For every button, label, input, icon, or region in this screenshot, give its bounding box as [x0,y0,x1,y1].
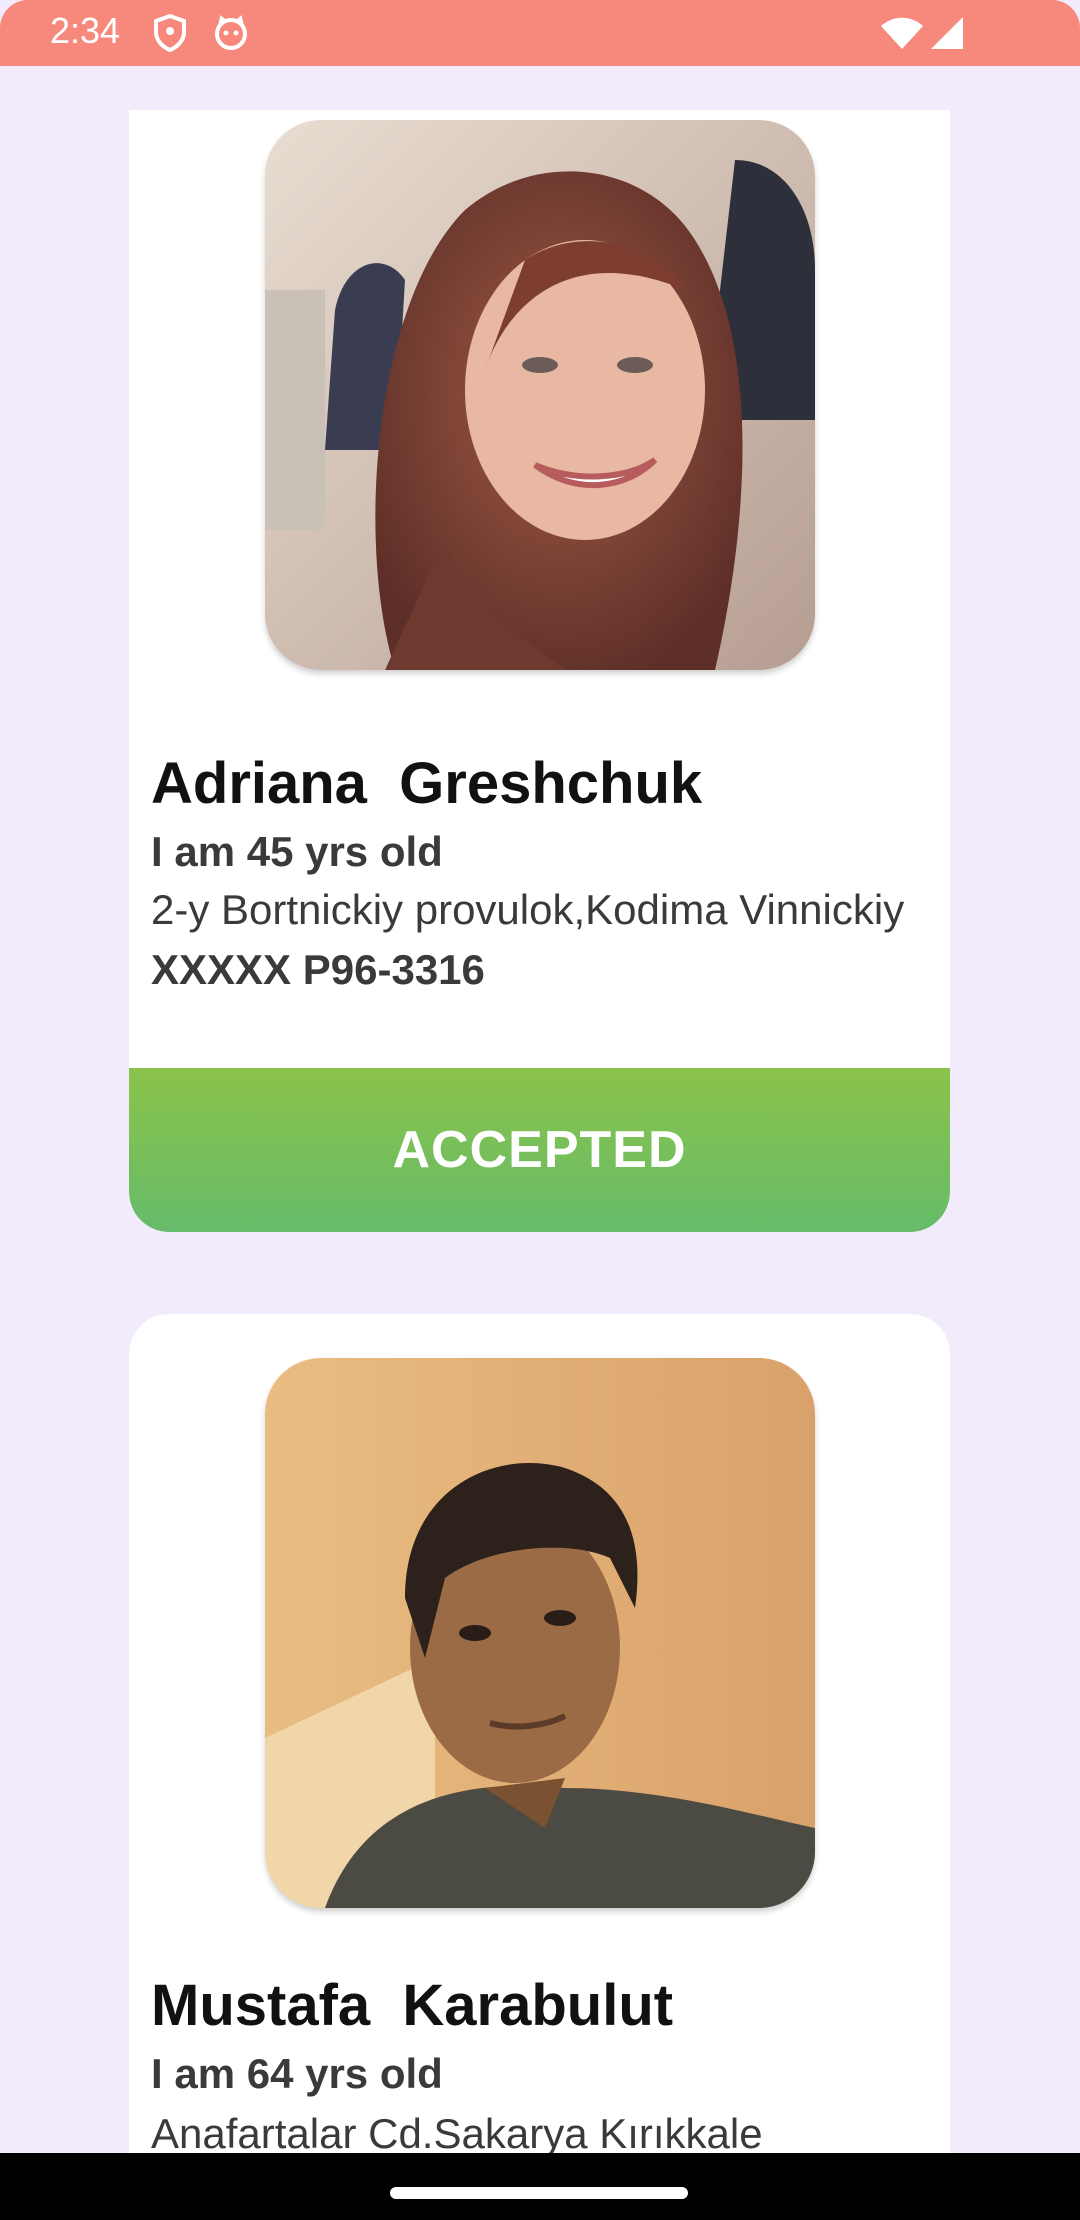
cat-icon [212,14,250,57]
profile-photo [265,120,815,670]
shield-icon [152,13,188,57]
profile-address: Anafartalar Cd.Sakarya Kırıkkale [151,2110,763,2153]
profile-card: Adriana Greshchuk I am 45 yrs old 2-y Bo… [129,110,950,1232]
profile-list[interactable]: Adriana Greshchuk I am 45 yrs old 2-y Bo… [0,66,1080,2153]
profile-name: Adriana Greshchuk [151,751,703,816]
profile-age: I am 64 yrs old [151,2050,443,2097]
profile-age: I am 45 yrs old [151,828,443,875]
profile-phone: XXXXX P96-3316 [151,946,485,993]
profile-photo [265,1358,815,1908]
status-bar: 2:34 [0,0,1080,66]
profile-name: Mustafa Karabulut [151,1973,674,2038]
navigation-bar [0,2153,1080,2220]
wifi-icon [880,16,924,55]
profile-card: Mustafa Karabulut I am 64 yrs old Anafar… [129,1314,950,2153]
profile-address: 2-y Bortnickiy provulok,Kodima Vinnickiy [151,886,905,933]
signal-icon [930,16,964,55]
accepted-button[interactable]: ACCEPTED [129,1068,950,1232]
home-handle[interactable] [390,2187,688,2199]
status-time: 2:34 [50,10,121,51]
